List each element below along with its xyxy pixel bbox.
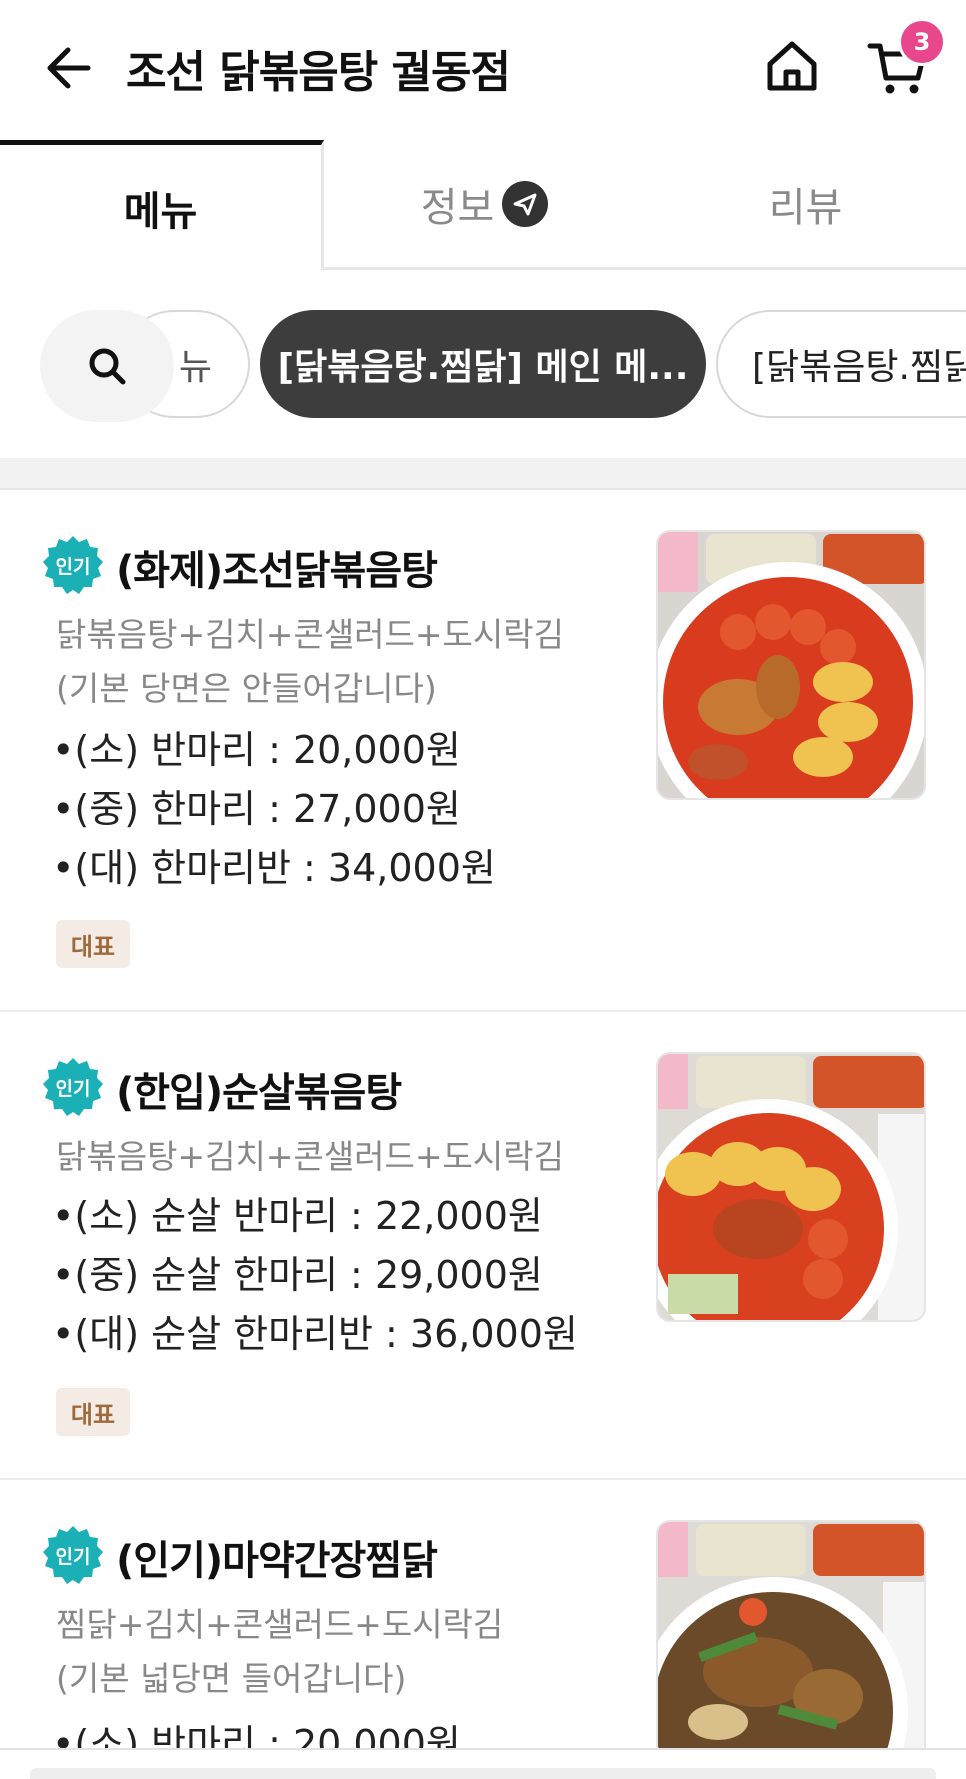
back-button[interactable] [40,40,96,96]
section-divider [0,458,966,490]
category-chip-active[interactable]: [닭볶음탕.찜닭] 메인 메... [260,310,706,418]
popular-badge: 인기 [42,1056,104,1118]
menu-item-price: •(대) 한마리반 : 34,000원 [52,846,496,890]
bottom-sheet-handle[interactable] [30,1768,936,1779]
menu-item-description: (기본 당면은 안들어갑니다) [56,669,437,708]
home-icon [767,41,817,91]
send-icon [502,180,549,227]
popular-badge: 인기 [42,1524,104,1586]
representative-tag: 대표 [56,1388,130,1436]
menu-item-name: (인기)마약간장찜닭 [116,1538,438,1584]
tab-info[interactable]: 정보 [324,140,645,267]
menu-item-description: 닭볶음탕+김치+콘샐러드+도시락김 [56,615,564,654]
menu-item-price: •(대) 순살 한마리반 : 36,000원 [52,1312,578,1356]
menu-item[interactable]: 인기 (화제)조선닭볶음탕 닭볶음탕+김치+콘샐러드+도시락김 (기본 당면은 … [0,490,966,1012]
popular-badge: 인기 [42,534,104,596]
menu-item[interactable]: 인기 (한입)순살볶음탕 닭볶음탕+김치+콘샐러드+도시락김 •(소) 순살 반… [0,1012,966,1480]
menu-item-photo [656,530,926,800]
tab-label: 메뉴 [123,188,198,235]
home-button[interactable] [762,36,822,96]
menu-item-price: •(소) 반마리 : 20,000원 [52,728,461,772]
category-chip[interactable]: [닭볶음탕.찜닭 [716,310,966,418]
app-header: 조선 닭볶음탕 궐동점 3 [0,0,966,140]
cart-count-badge: 3 [898,18,946,66]
menu-item-price: •(중) 한마리 : 27,000원 [52,787,461,831]
menu-item-name: (화제)조선닭볶음탕 [116,548,438,594]
menu-item-photo [656,1520,926,1748]
menu-item-description: (기본 넓당면 들어갑니다) [56,1659,407,1698]
menu-item-description: 찜닭+김치+콘샐러드+도시락김 [56,1605,504,1644]
menu-item-description: 닭볶음탕+김치+콘샐러드+도시락김 [56,1137,564,1176]
menu-item-name: (한입)순살볶음탕 [116,1070,402,1116]
menu-item-photo [656,1052,926,1322]
representative-tag: 대표 [56,920,130,968]
tab-label: 정보 [420,184,495,231]
tab-reviews[interactable]: 리뷰 [645,140,966,267]
tab-label: 리뷰 [768,184,843,231]
menu-item-price: •(중) 순살 한마리 : 29,000원 [52,1253,543,1297]
menu-item-price: •(소) 순살 반마리 : 22,000원 [52,1194,543,1238]
store-title: 조선 닭볶음탕 궐동점 [126,47,511,98]
menu-item[interactable]: 인기 (인기)마약간장찜닭 찜닭+김치+콘샐러드+도시락김 (기본 넓당면 들어… [0,1480,966,1766]
category-chip-row: 뉴 [닭볶음탕.찜닭] 메인 메... [닭볶음탕.찜닭 [0,300,966,430]
tab-menu[interactable]: 메뉴 [0,140,324,270]
search-icon [89,348,126,385]
back-arrow-icon [47,47,91,89]
menu-search-button[interactable] [40,310,174,422]
store-tabs: 메뉴 정보 리뷰 [0,140,966,270]
